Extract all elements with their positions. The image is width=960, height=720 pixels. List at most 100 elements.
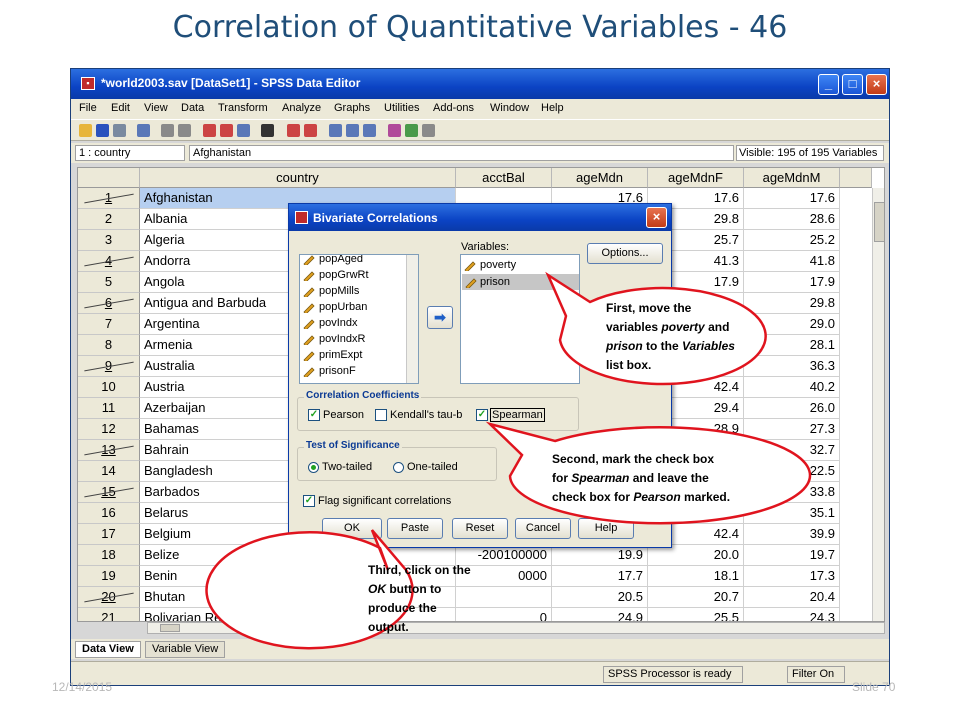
menu-graphs[interactable]: Graphs — [334, 102, 370, 114]
redo-icon[interactable] — [178, 124, 191, 137]
goto-case-icon[interactable] — [203, 124, 216, 137]
cell-agemdnm[interactable]: 17.9 — [744, 272, 840, 293]
help-button[interactable]: Help — [578, 518, 634, 539]
cell-agemdnm[interactable]: 20.4 — [744, 587, 840, 608]
cell-agemdnm[interactable]: 41.8 — [744, 251, 840, 272]
cell-agemdnm[interactable]: 24.3 — [744, 608, 840, 621]
cell-agemdnm[interactable]: 22.5 — [744, 461, 840, 482]
use-sets-icon[interactable] — [405, 124, 418, 137]
source-list-item[interactable]: popAged — [303, 255, 363, 267]
variables-list-item-prison[interactable]: prison — [462, 274, 579, 290]
row-header[interactable]: 6 — [78, 293, 140, 314]
source-list-item[interactable]: popGrwRt — [303, 267, 369, 283]
source-list-item[interactable]: primExpt — [303, 347, 362, 363]
cell-value-field[interactable]: Afghanistan — [189, 145, 734, 161]
vertical-scroll-thumb[interactable] — [874, 202, 884, 242]
row-header[interactable]: 20 — [78, 587, 140, 608]
cell-agemdnm[interactable]: 28.6 — [744, 209, 840, 230]
maximize-button[interactable]: □ — [842, 74, 863, 95]
menu-utilities[interactable]: Utilities — [384, 102, 419, 114]
close-button[interactable]: × — [866, 74, 887, 95]
row-header[interactable]: 21 — [78, 608, 140, 621]
row-header[interactable]: 2 — [78, 209, 140, 230]
weight-cases-icon[interactable] — [346, 124, 359, 137]
source-list-item[interactable]: povIndxR — [303, 331, 365, 347]
cell-agemdnm[interactable]: 28.1 — [744, 335, 840, 356]
print-icon[interactable] — [113, 124, 126, 137]
cell-agemdnm[interactable]: 29.8 — [744, 293, 840, 314]
split-file-icon[interactable] — [329, 124, 342, 137]
row-header[interactable]: 17 — [78, 524, 140, 545]
cell-agemdnm[interactable]: 36.3 — [744, 356, 840, 377]
row-header[interactable]: 5 — [78, 272, 140, 293]
row-header[interactable]: 12 — [78, 419, 140, 440]
source-list-item[interactable]: prisonF — [303, 363, 356, 379]
column-header-agemdnf[interactable]: ageMdnF — [648, 168, 744, 188]
dialog-close-button[interactable]: × — [646, 207, 667, 228]
ok-button[interactable]: OK — [322, 518, 382, 539]
cell-agemdnm[interactable]: 40.2 — [744, 377, 840, 398]
open-icon[interactable] — [79, 124, 92, 137]
value-labels-icon[interactable] — [388, 124, 401, 137]
minimize-button[interactable]: _ — [818, 74, 839, 95]
pearson-checkbox[interactable]: ✓ Pearson — [308, 409, 364, 422]
variables-icon[interactable] — [237, 124, 250, 137]
cell-agemdnm[interactable]: 35.1 — [744, 503, 840, 524]
cell-agemdn[interactable]: 24.9 — [552, 608, 648, 621]
cell-agemdnm[interactable]: 25.2 — [744, 230, 840, 251]
menu-addons[interactable]: Add-ons — [433, 102, 474, 114]
cell-agemdnm[interactable]: 27.3 — [744, 419, 840, 440]
source-list-item[interactable]: popUrban — [303, 299, 367, 315]
row-header[interactable]: 3 — [78, 230, 140, 251]
cell-agemdnm[interactable]: 26.0 — [744, 398, 840, 419]
row-header[interactable]: 1 — [78, 188, 140, 209]
select-cases-icon[interactable] — [363, 124, 376, 137]
cell-agemdnm[interactable]: 29.0 — [744, 314, 840, 335]
cell-agemdnm[interactable]: 32.7 — [744, 440, 840, 461]
row-header[interactable]: 14 — [78, 461, 140, 482]
reset-button[interactable]: Reset — [452, 518, 508, 539]
cell-agemdnf[interactable]: 18.1 — [648, 566, 744, 587]
column-header-country[interactable]: country — [140, 168, 456, 188]
row-header[interactable]: 13 — [78, 440, 140, 461]
insert-cases-icon[interactable] — [287, 124, 300, 137]
row-header[interactable]: 10 — [78, 377, 140, 398]
row-header[interactable]: 11 — [78, 398, 140, 419]
cell-agemdnm[interactable]: 17.3 — [744, 566, 840, 587]
tab-variable-view[interactable]: Variable View — [145, 641, 226, 658]
spearman-checkbox[interactable]: ✓ Spearman — [476, 408, 545, 422]
menu-transform[interactable]: Transform — [218, 102, 268, 114]
cancel-button[interactable]: Cancel — [515, 518, 571, 539]
menu-edit[interactable]: Edit — [111, 102, 130, 114]
cell-agemdn[interactable]: 17.7 — [552, 566, 648, 587]
flag-significant-checkbox[interactable]: ✓ Flag significant correlations — [303, 495, 451, 508]
row-header[interactable]: 18 — [78, 545, 140, 566]
row-header[interactable]: 15 — [78, 482, 140, 503]
source-variable-list[interactable]: popAged popGrwRt popMills popUrban povIndx po… — [299, 254, 419, 384]
cell-agemdnm[interactable]: 19.7 — [744, 545, 840, 566]
menu-file[interactable]: File — [79, 102, 97, 114]
variables-list[interactable]: poverty prison — [460, 254, 580, 384]
goto-variable-icon[interactable] — [220, 124, 233, 137]
menu-view[interactable]: View — [144, 102, 168, 114]
window-titlebar[interactable]: ▪ *world2003.sav [DataSet1] - SPSS Data … — [71, 69, 889, 99]
tab-data-view[interactable]: Data View — [75, 641, 141, 658]
column-header-acctbal[interactable]: acctBal — [456, 168, 552, 188]
cell-agemdn[interactable]: 20.5 — [552, 587, 648, 608]
cell-agemdn[interactable]: 19.9 — [552, 545, 648, 566]
undo-icon[interactable] — [161, 124, 174, 137]
kendall-checkbox[interactable]: Kendall's tau-b — [375, 409, 462, 422]
row-header[interactable]: 4 — [78, 251, 140, 272]
cell-agemdnm[interactable]: 39.9 — [744, 524, 840, 545]
column-header-agemdnm[interactable]: ageMdnM — [744, 168, 840, 188]
one-tailed-radio[interactable]: One-tailed — [393, 461, 458, 474]
row-header[interactable]: 9 — [78, 356, 140, 377]
row-header[interactable]: 16 — [78, 503, 140, 524]
cell-agemdnf[interactable]: 20.0 — [648, 545, 744, 566]
cell-agemdnf[interactable]: 25.5 — [648, 608, 744, 621]
source-list-item[interactable]: povIndx — [303, 315, 358, 331]
save-icon[interactable] — [96, 124, 109, 137]
variables-list-item-poverty[interactable]: poverty — [464, 257, 516, 273]
cell-agemdnm[interactable]: 17.6 — [744, 188, 840, 209]
cell-agemdnm[interactable]: 33.8 — [744, 482, 840, 503]
